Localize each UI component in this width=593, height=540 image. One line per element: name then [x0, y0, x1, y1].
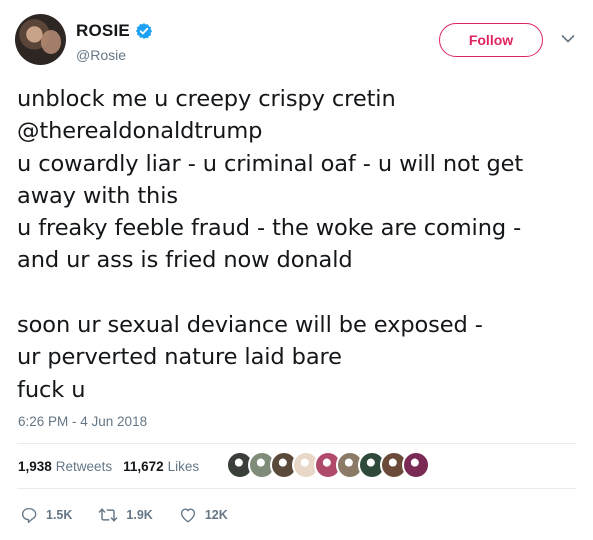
follow-button[interactable]: Follow [439, 23, 543, 57]
tweet-actions: 1.5K 1.9K 12K [20, 506, 254, 524]
reply-action[interactable]: 1.5K [20, 506, 72, 524]
tweet-header: ROSIE @Rosie Follow [15, 14, 580, 66]
likes-count[interactable]: 11,672 [123, 459, 164, 474]
retweet-action[interactable]: 1.9K [98, 506, 153, 524]
tweet-mention-line[interactable]: @therealdonaldtrump [17, 115, 587, 147]
tweet-line: fuck u [17, 376, 86, 403]
tweet-timestamp[interactable]: 6:26 PM - 4 Jun 2018 [18, 414, 147, 429]
heart-icon [180, 508, 195, 523]
verified-badge-icon [135, 23, 153, 39]
tweet-line: unblock me u creepy crispy cretin [17, 86, 396, 112]
liker-avatars [226, 451, 430, 479]
divider [17, 488, 576, 489]
retweet-icon [99, 508, 118, 522]
chevron-down-icon[interactable] [561, 34, 575, 44]
tweet-line: away with this [17, 182, 178, 209]
tweet-line: u freaky feeble fraud - the woke are com… [17, 215, 522, 242]
tweet-line: and ur ass is fried now donald [17, 247, 353, 274]
like-count: 12K [204, 508, 228, 522]
retweets-label[interactable]: Retweets [56, 459, 112, 474]
retweets-count[interactable]: 1,938 [18, 459, 52, 474]
author-handle[interactable]: @Rosie [76, 47, 126, 63]
liker-avatar[interactable] [402, 451, 430, 479]
tweet-line: ur perverted nature laid bare [17, 344, 342, 371]
reply-count: 1.5K [46, 508, 73, 522]
likes-label[interactable]: Likes [168, 459, 200, 474]
tweet-line: u cowardly liar - u criminal oaf - u wil… [17, 150, 524, 177]
tweet-line: soon ur sexual deviance will be exposed … [17, 312, 483, 339]
author-display-name[interactable]: ROSIE [76, 21, 130, 41]
like-action[interactable]: 12K [179, 506, 228, 524]
author-name-row: ROSIE [76, 21, 153, 41]
profile-avatar[interactable] [15, 14, 66, 65]
divider [17, 443, 576, 444]
engagement-stats: 1,938 Retweets 11,672 Likes [18, 459, 210, 474]
retweet-count: 1.9K [126, 508, 153, 522]
reply-icon [21, 507, 37, 524]
tweet-text: unblock me u creepy crispy cretin @there… [17, 83, 587, 406]
